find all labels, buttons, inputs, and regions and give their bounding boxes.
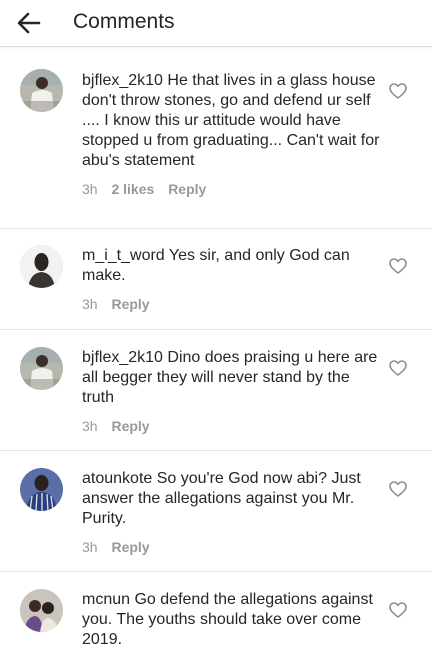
comment-time: 3h xyxy=(82,296,98,312)
comment-username[interactable]: atounkote xyxy=(82,470,152,487)
user-avatar[interactable] xyxy=(20,468,63,511)
comment-item: mcnun Go defend the allegations against … xyxy=(0,572,432,668)
user-avatar[interactable] xyxy=(20,245,63,288)
user-avatar[interactable] xyxy=(20,347,63,390)
comment-list: bjflex_2k10 He that lives in a glass hou… xyxy=(0,47,432,668)
reply-button[interactable]: Reply xyxy=(168,181,206,197)
comment-item: bjflex_2k10 Dino does praising u here ar… xyxy=(0,330,432,451)
comment-meta: 3h Reply xyxy=(82,417,382,435)
heart-outline-icon[interactable] xyxy=(388,256,408,276)
user-avatar[interactable] xyxy=(20,69,63,112)
arrow-left-icon xyxy=(17,12,41,34)
comment-meta: 3h 2 likes Reply xyxy=(82,180,382,198)
reply-button[interactable]: Reply xyxy=(111,418,149,434)
comment-username[interactable]: mcnun xyxy=(82,591,130,608)
comment-time: 3h xyxy=(82,418,98,434)
comment-likes[interactable]: 2 likes xyxy=(111,181,154,197)
comment-item: bjflex_2k10 He that lives in a glass hou… xyxy=(0,47,432,229)
user-avatar[interactable] xyxy=(20,589,63,632)
heart-outline-icon[interactable] xyxy=(388,479,408,499)
comment-meta: 3h Reply xyxy=(82,538,382,556)
comment-time: 3h xyxy=(82,181,98,197)
comment-body: bjflex_2k10 Dino does praising u here ar… xyxy=(82,348,382,435)
comment-body: m_i_t_word Yes sir, and only God can mak… xyxy=(82,246,382,313)
comment-username[interactable]: m_i_t_word xyxy=(82,247,165,264)
heart-outline-icon[interactable] xyxy=(388,81,408,101)
page-title: Comments xyxy=(73,10,175,33)
comment-username[interactable]: bjflex_2k10 xyxy=(82,349,163,366)
back-button[interactable] xyxy=(14,8,44,38)
comment-username[interactable]: bjflex_2k10 xyxy=(82,72,163,89)
comment-item: atounkote So you're God now abi? Just an… xyxy=(0,451,432,572)
heart-outline-icon[interactable] xyxy=(388,600,408,620)
comment-time: 3h xyxy=(82,539,98,555)
comment-body: mcnun Go defend the allegations against … xyxy=(82,590,382,650)
comment-body: atounkote So you're God now abi? Just an… xyxy=(82,469,382,556)
heart-outline-icon[interactable] xyxy=(388,358,408,378)
reply-button[interactable]: Reply xyxy=(111,296,149,312)
comment-meta: 3h Reply xyxy=(82,295,382,313)
comment-body: bjflex_2k10 He that lives in a glass hou… xyxy=(82,71,382,198)
comment-item: m_i_t_word Yes sir, and only God can mak… xyxy=(0,229,432,330)
comments-header: Comments xyxy=(0,0,432,47)
reply-button[interactable]: Reply xyxy=(111,539,149,555)
